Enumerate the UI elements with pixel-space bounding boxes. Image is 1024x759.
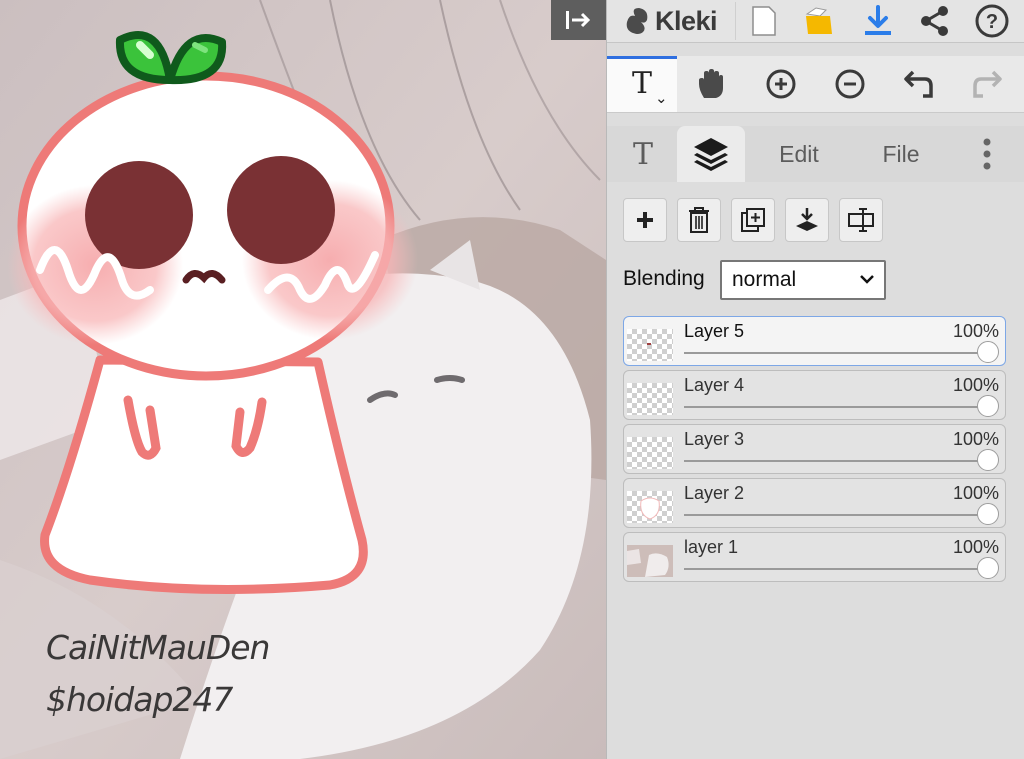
squirrel-logo-icon: [626, 8, 648, 34]
layer-opacity: 100%: [952, 321, 999, 341]
layers-icon: [694, 138, 728, 171]
folder-open-icon: [805, 7, 832, 34]
share-button[interactable]: [912, 0, 958, 42]
rename-icon: [848, 208, 874, 232]
tab-file[interactable]: File: [861, 126, 941, 182]
layer-opacity-slider[interactable]: [684, 460, 987, 462]
drawing-canvas[interactable]: CaiNitMauDen $hoidap247: [0, 0, 606, 759]
zoom-in-icon: [766, 69, 796, 99]
slider-knob[interactable]: [977, 557, 999, 579]
slider-knob[interactable]: [977, 395, 999, 417]
layer-thumbnail: [627, 437, 673, 469]
layer-thumbnail: [627, 329, 673, 361]
zoom-out-button[interactable]: [816, 56, 884, 112]
layer-item[interactable]: Layer 3 100%: [623, 424, 1006, 474]
merge-down-icon: [796, 208, 818, 231]
tab-edit[interactable]: Edit: [759, 126, 839, 182]
layer-item[interactable]: Layer 2 100%: [623, 478, 1006, 528]
layer-item[interactable]: Layer 4 100%: [623, 370, 1006, 420]
layer-name: Layer 5: [684, 321, 745, 341]
app-logo[interactable]: Kleki: [623, 0, 718, 42]
help-button[interactable]: ?: [969, 0, 1015, 42]
delete-layer-button[interactable]: [677, 198, 721, 242]
canvas-text-line-2: $hoidap247: [46, 680, 233, 719]
layer-name: Layer 3: [684, 429, 745, 449]
layer-opacity: 100%: [952, 483, 999, 503]
slider-knob[interactable]: [977, 503, 999, 525]
layer-name: Layer 2: [684, 483, 745, 503]
undo-icon: [904, 70, 933, 98]
more-menu-button[interactable]: [967, 126, 1007, 182]
blending-mode-select[interactable]: normal: [720, 260, 886, 300]
new-image-button[interactable]: [741, 0, 787, 42]
top-bar: Kleki ?: [607, 0, 1024, 43]
layer-thumbnail: [627, 491, 673, 523]
slider-knob[interactable]: [977, 341, 999, 363]
layer-opacity: 100%: [952, 429, 999, 449]
add-layer-button[interactable]: [623, 198, 667, 242]
blending-label: Blending: [623, 267, 705, 290]
layer-opacity-slider[interactable]: [684, 406, 987, 408]
plus-icon: [637, 212, 653, 228]
rename-layer-button[interactable]: [839, 198, 883, 242]
new-file-icon: [752, 6, 776, 36]
tab-layers[interactable]: [677, 126, 745, 182]
layer-item[interactable]: Layer 5 100%: [623, 316, 1006, 366]
layer-thumbnail: [627, 545, 673, 577]
help-icon: ?: [975, 4, 1009, 38]
layer-opacity: 100%: [952, 537, 999, 557]
trash-icon: [689, 207, 709, 233]
layer-opacity: 100%: [952, 375, 999, 395]
redo-button[interactable]: [953, 56, 1021, 112]
layer-thumbnail: [627, 383, 673, 415]
text-tool-label: T: [631, 66, 652, 101]
duplicate-icon: [741, 208, 765, 232]
undo-button[interactable]: [885, 56, 953, 112]
layer-name: Layer 4: [684, 375, 745, 395]
duplicate-layer-button[interactable]: [731, 198, 775, 242]
chevron-down-icon[interactable]: ⌄: [655, 89, 668, 107]
download-button[interactable]: [855, 0, 901, 42]
tab-text[interactable]: T: [617, 126, 669, 182]
zoom-out-icon: [835, 69, 865, 99]
chevron-down-icon: [860, 275, 874, 284]
merge-down-button[interactable]: [785, 198, 829, 242]
panel-tabs: T Edit File: [607, 126, 1024, 182]
collapse-panel-button[interactable]: [551, 0, 606, 40]
layer-name: layer 1: [684, 537, 739, 557]
side-panel: Kleki ? T ⌄ T Edit File Blending normal …: [606, 0, 1024, 759]
collapse-arrow-icon: [565, 11, 590, 29]
layer-item[interactable]: layer 1 100%: [623, 532, 1006, 582]
open-file-button[interactable]: [797, 0, 843, 42]
zoom-in-button[interactable]: [747, 56, 815, 112]
layer-opacity-slider[interactable]: [684, 514, 987, 516]
hand-icon: [699, 69, 723, 98]
svg-text:?: ?: [986, 11, 998, 33]
app-name: Kleki: [655, 5, 718, 36]
blending-mode-value: normal: [732, 268, 797, 291]
more-vertical-icon: [983, 138, 991, 170]
slider-knob[interactable]: [977, 449, 999, 471]
share-icon: [921, 6, 948, 36]
layer-opacity-slider[interactable]: [684, 568, 987, 570]
layer-opacity-slider[interactable]: [684, 352, 987, 354]
download-icon: [865, 5, 891, 35]
tool-bar: T ⌄: [607, 56, 1024, 113]
redo-icon: [973, 70, 1002, 98]
text-tool-button[interactable]: T ⌄: [607, 56, 677, 112]
hand-tool-button[interactable]: [677, 56, 745, 112]
canvas-text-line-1: CaiNitMauDen: [46, 628, 270, 667]
